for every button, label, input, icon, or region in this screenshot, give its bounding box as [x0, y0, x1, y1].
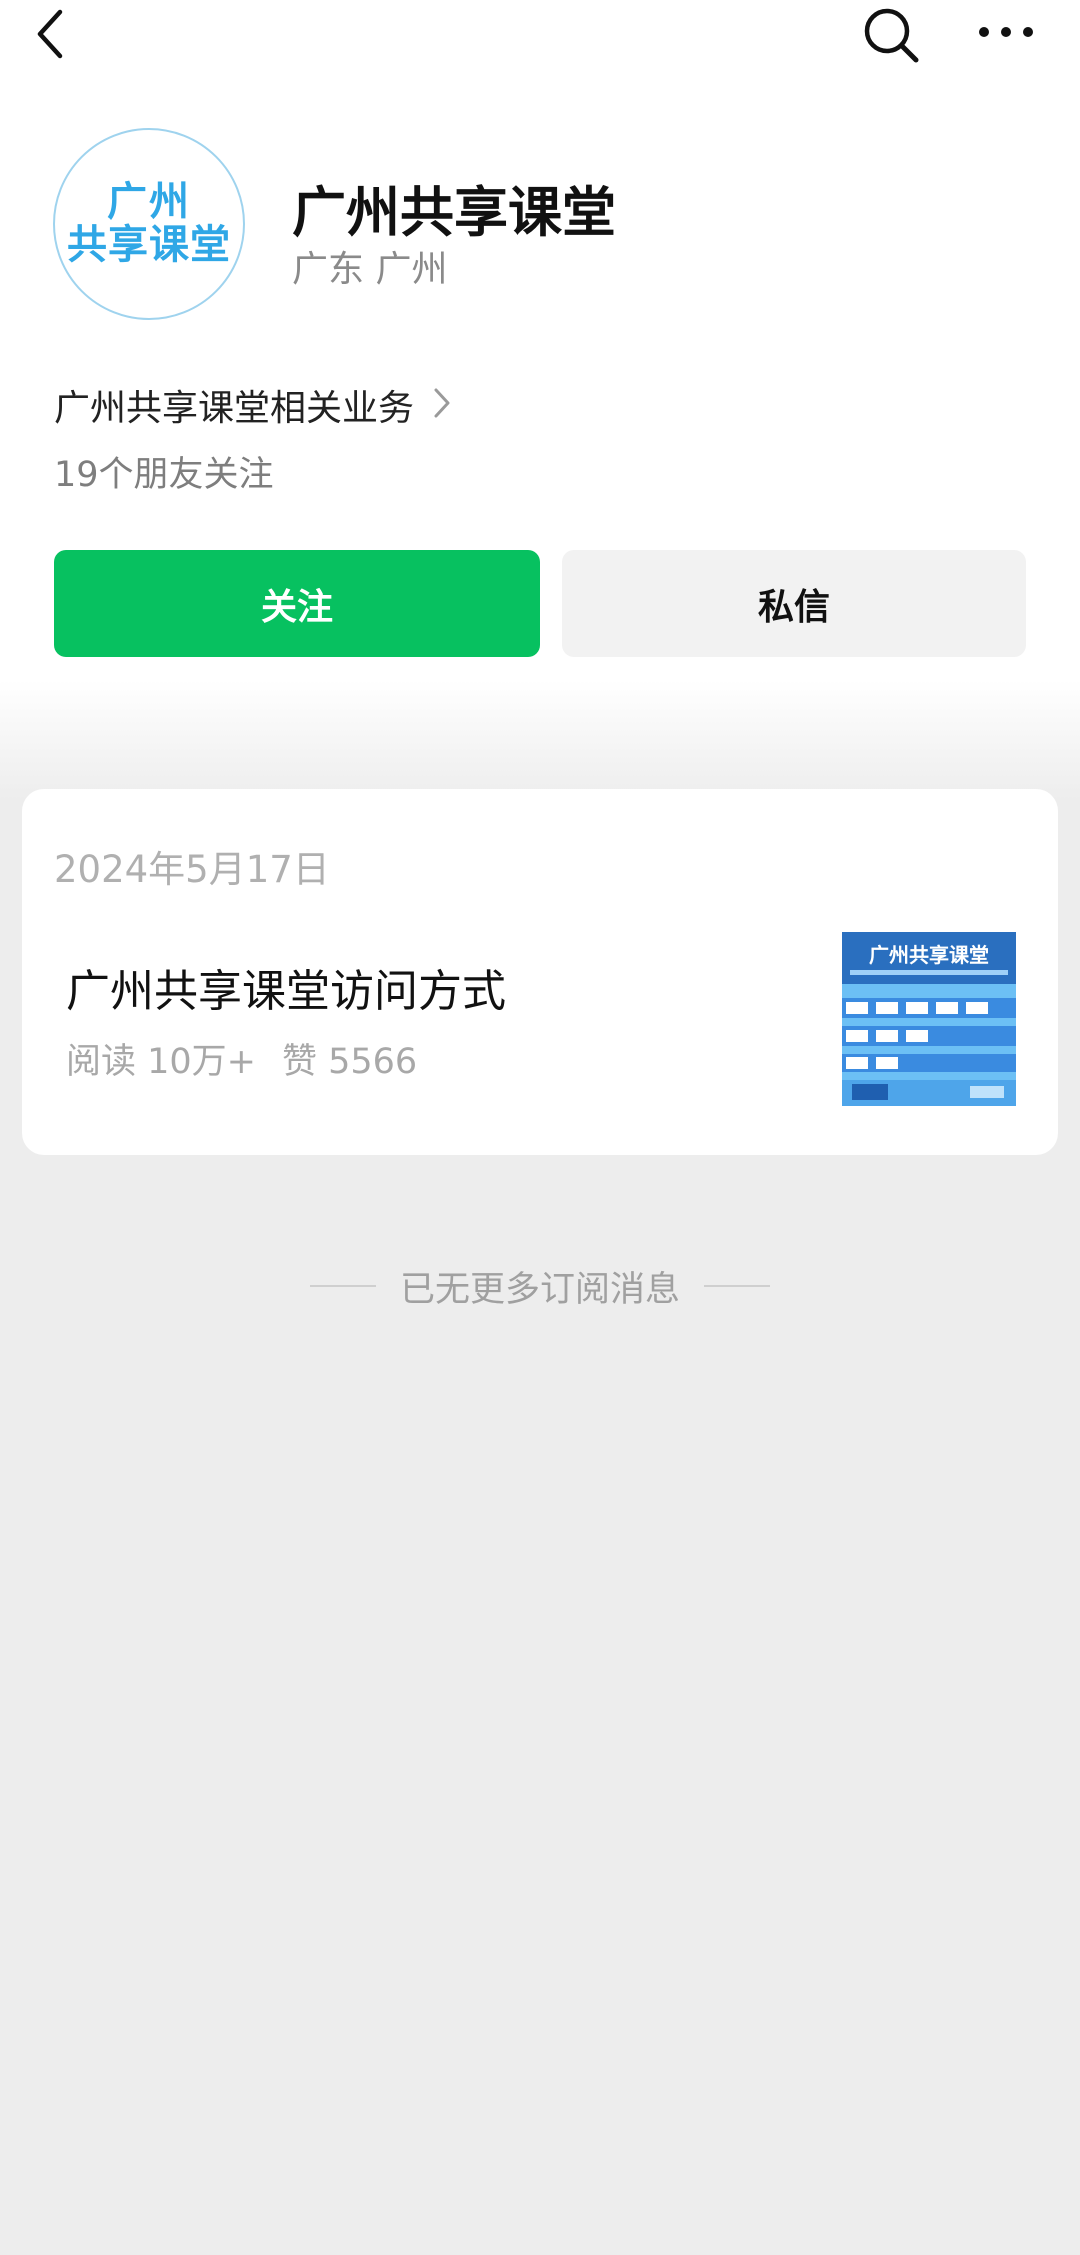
- account-profile-section: 广州 共享课堂 广州共享课堂 广东 广州 广州共享课堂相关业务 19个朋友关注 …: [0, 0, 1080, 800]
- search-icon: [864, 8, 919, 63]
- article-stats: 阅读 10万+ 赞 5566: [66, 1033, 417, 1084]
- end-of-list-indicator: 已无更多订阅消息: [0, 1258, 1080, 1314]
- top-bar: [0, 0, 1080, 70]
- article-card[interactable]: 2024年5月17日 广州共享课堂访问方式 阅读 10万+ 赞 5566 广州共享…: [22, 789, 1058, 1155]
- avatar-text-line1: 广州: [107, 178, 191, 225]
- related-business-link[interactable]: 广州共享课堂相关业务: [54, 378, 452, 432]
- divider-right: [704, 1285, 770, 1287]
- thumbnail-title-text: 广州共享课堂: [869, 943, 989, 967]
- search-button[interactable]: [862, 4, 922, 64]
- end-of-list-text: 已无更多订阅消息: [399, 1269, 680, 1310]
- account-avatar[interactable]: 广州 共享课堂: [53, 128, 245, 320]
- article-thumbnail[interactable]: 广州共享课堂: [842, 932, 1016, 1106]
- back-button[interactable]: [28, 6, 78, 62]
- more-button[interactable]: [976, 14, 1036, 50]
- account-region: 广东 广州: [292, 249, 448, 290]
- friends-following-count: 19个朋友关注: [54, 455, 274, 495]
- article-like-count: 赞 5566: [282, 1042, 418, 1082]
- follow-button[interactable]: 关注: [54, 550, 540, 657]
- related-business-label: 广州共享课堂相关业务: [54, 388, 415, 429]
- article-title: 广州共享课堂访问方式: [66, 966, 506, 1017]
- message-button[interactable]: 私信: [562, 550, 1026, 657]
- account-name: 广州共享课堂: [292, 181, 616, 244]
- more-dots-icon: [979, 27, 1033, 37]
- chevron-right-icon: [432, 386, 452, 424]
- article-read-count: 阅读 10万+: [66, 1042, 256, 1082]
- thumbnail-image: 广州共享课堂: [842, 932, 1016, 1106]
- article-date: 2024年5月17日: [54, 848, 330, 891]
- back-chevron-icon: [37, 9, 63, 59]
- avatar-text-line2: 共享课堂: [67, 222, 231, 268]
- divider-left: [309, 1285, 376, 1287]
